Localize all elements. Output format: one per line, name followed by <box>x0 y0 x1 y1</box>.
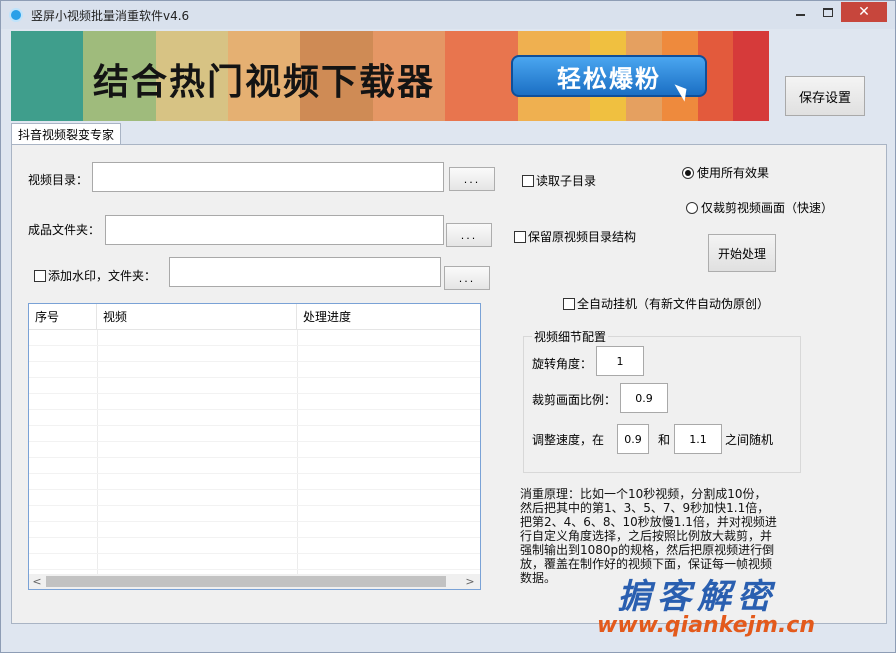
table-row[interactable] <box>29 442 480 458</box>
output-dir-label: 成品文件夹： <box>28 223 101 237</box>
table-row[interactable] <box>29 346 480 362</box>
read-subdir-checkbox[interactable]: 读取子目录 <box>522 172 596 189</box>
watermark-browse-button[interactable]: ... <box>444 266 490 290</box>
checkbox-icon <box>563 297 575 310</box>
brand-watermark: 掮客解密 <box>617 577 777 617</box>
radio-selected-icon <box>682 166 694 179</box>
video-dir-input[interactable] <box>92 162 444 192</box>
minimize-button[interactable] <box>787 2 813 22</box>
table-row[interactable] <box>29 506 480 522</box>
table-row[interactable] <box>29 330 480 346</box>
table-row[interactable] <box>29 554 480 570</box>
tab-douyin-expert[interactable]: 抖音视频裂变专家 <box>11 123 121 145</box>
table-row[interactable] <box>29 474 480 490</box>
ad-banner[interactable]: 结合热门视频下载器 轻松爆粉 <box>11 31 769 121</box>
radio-icon <box>686 201 698 214</box>
table-row[interactable] <box>29 538 480 554</box>
watermark-dir-input[interactable] <box>169 257 441 287</box>
speed-max-input[interactable]: 1.1 <box>674 424 722 454</box>
auto-hang-label: 全自动挂机（有新文件自动伪原创） <box>577 297 770 311</box>
keep-structure-label: 保留原视频目录结构 <box>528 230 637 244</box>
maximize-icon <box>823 7 833 17</box>
scroll-right-icon[interactable]: > <box>462 574 478 589</box>
start-processing-button[interactable]: 开始处理 <box>708 234 776 272</box>
table-row[interactable] <box>29 410 480 426</box>
speed-random-label: 之间随机 <box>725 433 774 447</box>
video-config-title: 视频细节配置 <box>532 328 609 345</box>
window-title: 竖屏小视频批量消重软件v4.6 <box>31 9 190 23</box>
table-row[interactable] <box>29 362 480 378</box>
video-dir-browse-button[interactable]: ... <box>449 167 495 191</box>
use-all-effects-radio[interactable]: 使用所有效果 <box>682 164 769 181</box>
output-dir-input[interactable] <box>105 215 444 245</box>
crop-only-radio[interactable]: 仅裁剪视频画面（快速） <box>686 199 833 216</box>
auto-hang-checkbox[interactable]: 全自动挂机（有新文件自动伪原创） <box>563 295 769 312</box>
banner-headline: 结合热门视频下载器 <box>93 62 436 103</box>
watermark-checkbox[interactable]: 添加水印，文件夹： <box>34 267 156 284</box>
scroll-left-icon[interactable]: < <box>29 574 45 589</box>
banner-stripe <box>732 31 769 121</box>
minimize-icon <box>795 14 805 16</box>
app-window: 竖屏小视频批量消重软件v4.6 ✕ 结合热门视频下载器 轻松爆粉 保存设置 抖音… <box>0 0 896 653</box>
checkbox-icon <box>34 269 46 282</box>
close-button[interactable]: ✕ <box>841 2 887 22</box>
video-list-table[interactable]: 序号 视频 处理进度 < > <box>28 303 481 590</box>
speed-min-input[interactable]: 0.9 <box>617 424 649 454</box>
scrollbar-thumb[interactable] <box>46 576 446 587</box>
rotate-label: 旋转角度： <box>532 357 593 371</box>
crop-only-label: 仅裁剪视频画面（快速） <box>701 201 834 215</box>
banner-stripe <box>445 31 518 121</box>
table-row[interactable] <box>29 394 480 410</box>
table-row[interactable] <box>29 378 480 394</box>
crop-ratio-input[interactable]: 0.9 <box>620 383 668 413</box>
output-dir-browse-button[interactable]: ... <box>446 223 492 247</box>
table-row[interactable] <box>29 426 480 442</box>
speed-and-label: 和 <box>658 433 671 447</box>
speed-label: 调整速度，在 <box>532 433 605 447</box>
title-bar: 竖屏小视频批量消重软件v4.6 ✕ <box>1 1 895 29</box>
url-watermark: www.qiankejm.cn <box>597 613 816 638</box>
horizontal-scrollbar[interactable]: < > <box>29 574 480 589</box>
banner-stripe <box>11 31 84 121</box>
maximize-button[interactable] <box>815 2 841 22</box>
table-row[interactable] <box>29 522 480 538</box>
column-header-progress[interactable]: 处理进度 <box>297 304 480 330</box>
keep-structure-checkbox[interactable]: 保留原视频目录结构 <box>514 228 636 245</box>
watermark-label: 添加水印，文件夹： <box>48 269 157 283</box>
checkbox-icon <box>514 230 526 243</box>
save-settings-button[interactable]: 保存设置 <box>785 76 865 116</box>
column-header-index[interactable]: 序号 <box>29 304 97 330</box>
crop-ratio-label: 裁剪画面比例： <box>532 393 617 407</box>
use-all-effects-label: 使用所有效果 <box>697 166 770 180</box>
table-row[interactable] <box>29 490 480 506</box>
read-subdir-label: 读取子目录 <box>536 174 597 188</box>
app-icon <box>9 8 23 22</box>
rotate-input[interactable]: 1 <box>596 346 644 376</box>
table-row[interactable] <box>29 458 480 474</box>
video-dir-label: 视频目录： <box>28 173 89 187</box>
checkbox-icon <box>522 174 534 187</box>
column-header-video[interactable]: 视频 <box>97 304 297 330</box>
